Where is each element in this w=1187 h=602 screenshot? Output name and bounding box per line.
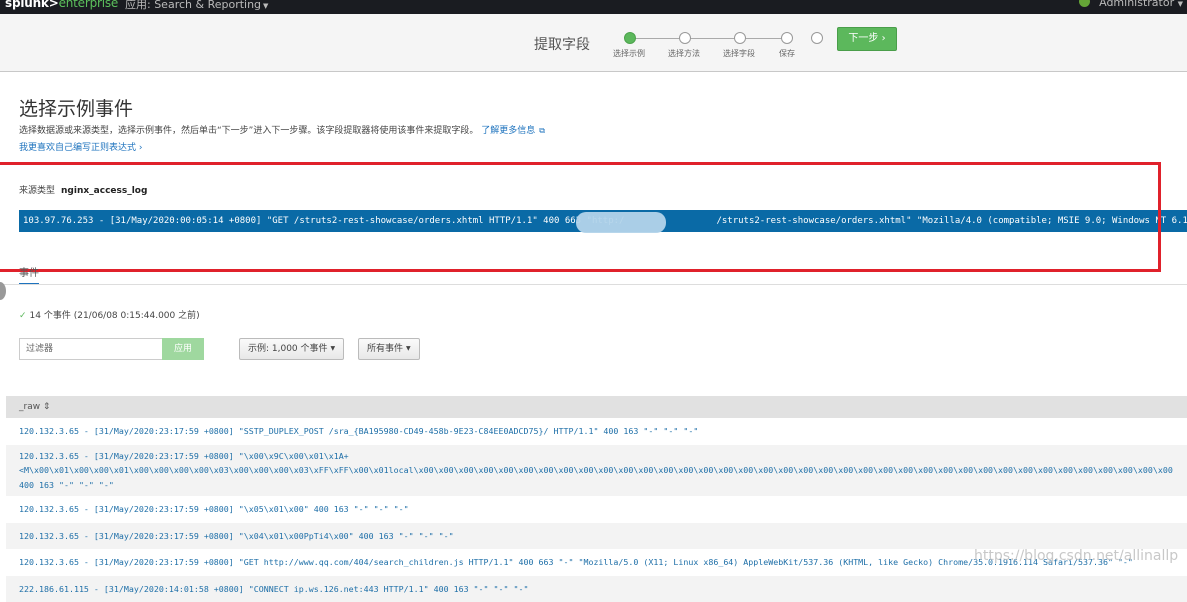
learn-more-link[interactable]: 了解更多信息 ⧉ [481, 126, 545, 136]
next-button[interactable]: 下一步 › [837, 27, 897, 51]
events-count-text: 14 个事件 (21/06/08 0:15:44.000 之前) [30, 311, 200, 321]
watermark: https://blog.csdn.net/allinallp [974, 548, 1178, 564]
raw-column-header[interactable]: _raw ⇕ [6, 396, 1187, 418]
event-row[interactable]: 120.132.3.65 - [31/May/2020:23:17:59 +08… [6, 418, 1187, 445]
event-row-text: 120.132.3.65 - [31/May/2020:23:17:59 +08… [19, 424, 1187, 439]
tab-divider [0, 284, 1187, 285]
app-menu-label: 应用: Search & Reporting [125, 0, 261, 11]
splunk-logo[interactable]: splunk>enterprise [5, 0, 118, 10]
event-row-text: 120.132.3.65 - [31/May/2020:23:17:59 +08… [19, 529, 1187, 544]
chevron-down-icon: ▼ [263, 2, 268, 10]
event-row-text: 222.186.61.115 - [31/May/2020:14:01:58 +… [19, 582, 1187, 597]
event-row-text: 120.132.3.65 - [31/May/2020:23:17:59 +08… [19, 502, 1187, 517]
event-row[interactable]: 120.132.3.65 - [31/May/2020:23:17:59 +08… [6, 445, 1187, 497]
logo-suffix: enterprise [59, 0, 119, 10]
user-name: Administrator [1099, 0, 1174, 9]
wizard-header: 提取字段 选择示例 选择方法 选择字段 保存 下一步 › [0, 14, 1187, 72]
step-4-indicator [781, 32, 793, 44]
step-3-label: 选择字段 [723, 48, 755, 59]
events-count: ✓14 个事件 (21/06/08 0:15:44.000 之前) [19, 308, 200, 321]
learn-more-label: 了解更多信息 [481, 126, 535, 136]
top-nav-bar: splunk>enterprise 应用: Search & Reporting… [0, 0, 1187, 14]
step-2-label: 选择方法 [668, 48, 700, 59]
event-row-text: <M\x00\x01\x00\x00\x01\x00\x00\x00\x00\x… [19, 463, 1187, 478]
all-events-dropdown[interactable]: 所有事件▼ [358, 338, 420, 360]
user-avatar-icon [1079, 0, 1090, 7]
step-2-indicator [679, 32, 691, 44]
step-5-indicator [811, 32, 823, 44]
event-row[interactable]: 120.132.3.65 - [31/May/2020:23:17:59 +08… [6, 523, 1187, 550]
app-menu[interactable]: 应用: Search & Reporting▼ [125, 0, 268, 12]
annotation-highlight-box [0, 162, 1161, 272]
check-icon: ✓ [19, 311, 27, 321]
tab-events[interactable]: 事件 [19, 264, 39, 285]
wizard-title: 提取字段 [534, 34, 590, 54]
filter-input[interactable]: 过滤器 [19, 338, 162, 360]
sample-size-label: 示例: 1,000 个事件 [248, 344, 328, 354]
write-regex-link[interactable]: 我更喜欢自己编写正则表达式 › [19, 140, 142, 153]
apply-button[interactable]: 应用 [162, 338, 204, 360]
event-row[interactable]: 222.186.61.115 - [31/May/2020:14:01:58 +… [6, 576, 1187, 602]
wizard-steps: 选择示例 选择方法 选择字段 保存 [624, 31, 824, 61]
event-row[interactable]: 120.132.3.65 - [31/May/2020:23:17:59 +08… [6, 496, 1187, 523]
step-1-indicator [624, 32, 636, 44]
event-row-text: 400 163 "-" "-" "-" [19, 478, 1187, 493]
step-3-indicator [734, 32, 746, 44]
page-title: 选择示例事件 [19, 94, 133, 121]
all-events-label: 所有事件 [367, 344, 403, 354]
sample-size-dropdown[interactable]: 示例: 1,000 个事件▼ [239, 338, 344, 360]
steps-connector [634, 38, 786, 39]
external-link-icon: ⧉ [539, 126, 545, 135]
chevron-down-icon: ▼ [406, 345, 411, 352]
events-rows: 120.132.3.65 - [31/May/2020:23:17:59 +08… [6, 418, 1187, 602]
chevron-down-icon: ▼ [1178, 0, 1183, 8]
page-description: 选择数据源或来源类型，选择示例事件，然后单击“下一步”进入下一步骤。该字段提取器… [19, 123, 545, 136]
user-menu[interactable]: Administrator ▼ [1079, 0, 1183, 9]
events-table: _raw ⇕ 120.132.3.65 - [31/May/2020:23:17… [6, 396, 1187, 602]
description-text: 选择数据源或来源类型，选择示例事件，然后单击“下一步”进入下一步骤。该字段提取器… [19, 126, 478, 136]
logo-main: splunk> [5, 0, 59, 10]
step-4-label: 保存 [779, 48, 795, 59]
event-row-text: 120.132.3.65 - [31/May/2020:23:17:59 +08… [19, 449, 1187, 464]
chevron-down-icon: ▼ [331, 345, 336, 352]
step-1-label: 选择示例 [613, 48, 645, 59]
